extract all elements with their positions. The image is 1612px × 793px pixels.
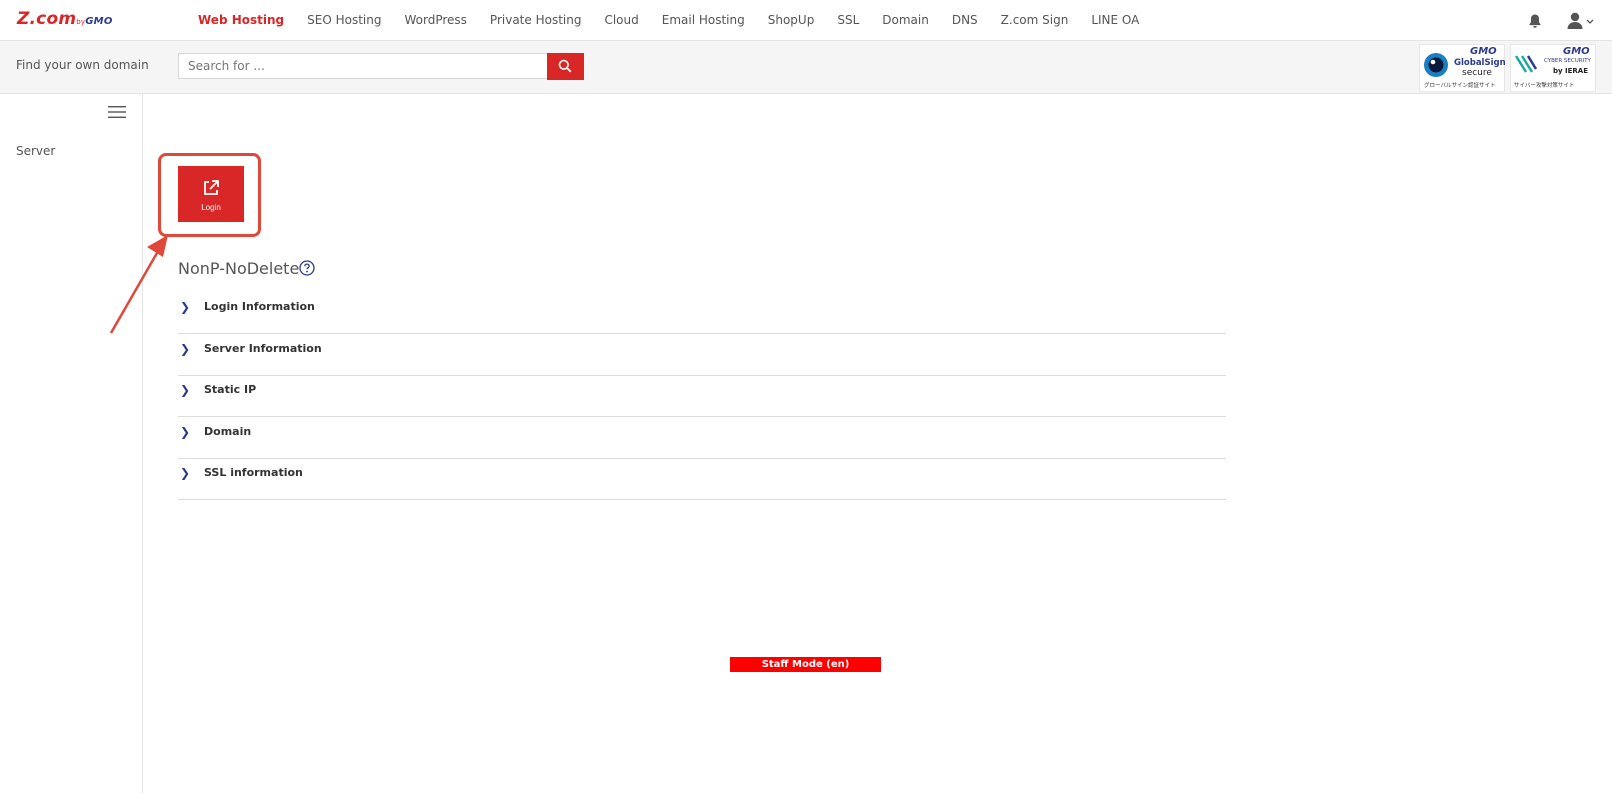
nav-email-hosting[interactable]: Email Hosting [662,13,745,27]
nav-wordpress[interactable]: WordPress [404,13,466,27]
badge-cyber-caption: サイバー攻撃対策サイト [1514,83,1575,89]
external-link-icon [204,180,219,195]
badge-cyber-security-label: CYBER SECURITY [1544,58,1591,64]
find-domain-label: Find your own domain [16,58,149,72]
section-ssl-information[interactable]: ❯ SSL information [178,458,1226,500]
sidebar: Server [0,94,143,793]
section-label: Static IP [204,383,257,396]
section-server-information[interactable]: ❯ Server Information [178,334,1226,376]
nav-dns[interactable]: DNS [952,13,978,27]
bell-icon[interactable] [1527,13,1543,29]
logo-text: Z.com [17,9,77,29]
user-icon[interactable] [1566,12,1596,30]
badge-gmo-label-2: GMO [1563,46,1590,57]
nav-line-oa[interactable]: LINE OA [1091,13,1139,27]
main-menu: Web Hosting SEO Hosting WordPress Privat… [198,13,1162,27]
nav-ssl[interactable]: SSL [837,13,859,27]
annotation-arrow [109,235,168,334]
logo-by: by [76,18,86,26]
question-circle-icon[interactable] [299,260,315,276]
globalsign-secure-badge[interactable]: GMO GlobalSign secure グローバルサイン認証サイト [1419,44,1506,92]
nav-seo-hosting[interactable]: SEO Hosting [307,13,381,27]
chevron-right-icon: ❯ [180,466,191,480]
search-button[interactable] [547,53,584,80]
globalsign-logo-icon [1424,53,1448,77]
nav-cloud[interactable]: Cloud [604,13,638,27]
section-static-ip[interactable]: ❯ Static IP [178,375,1226,417]
sidebar-item-server[interactable]: Server [16,144,55,158]
section-login-information[interactable]: ❯ Login Information [178,292,1226,334]
badge-ierae-label: by IERAE [1553,67,1588,75]
nav-domain[interactable]: Domain [882,13,929,27]
badge-gmo-label: GMO [1470,46,1497,57]
staff-mode-banner: Staff Mode (en) [730,657,881,672]
nav-zcom-sign[interactable]: Z.com Sign [1001,13,1069,27]
chevron-right-icon: ❯ [180,425,191,439]
gmo-cyber-security-badge[interactable]: GMO CYBER SECURITY by IERAE サイバー攻撃対策サイト [1510,44,1596,92]
nav-web-hosting[interactable]: Web Hosting [198,13,284,27]
badge-globalsign-label: GlobalSign [1454,58,1506,68]
logo-gmo: GMO [85,16,113,27]
badge-secure-label: secure [1462,68,1492,78]
cyber-security-logo-icon [1514,55,1538,73]
section-domain[interactable]: ❯ Domain [178,417,1226,459]
chevron-right-icon: ❯ [180,300,191,314]
hamburger-icon[interactable] [108,106,126,118]
search-icon [558,59,572,73]
section-label: SSL information [204,466,303,479]
server-name-title: NonP-NoDelete [178,259,300,278]
section-label: Login Information [204,300,315,313]
section-label: Server Information [204,342,322,355]
top-navigation: Z.combyGMO Web Hosting SEO Hosting WordP… [0,0,1612,41]
section-label: Domain [204,425,252,438]
domain-search-bar: Find your own domain GMO GlobalSign secu… [0,41,1612,94]
chevron-right-icon: ❯ [180,383,191,397]
logo[interactable]: Z.combyGMO [17,9,113,29]
chevron-right-icon: ❯ [180,342,191,356]
badge-globalsign-caption: グローバルサイン認証サイト [1424,83,1496,89]
login-button[interactable]: Login [178,166,244,222]
domain-search-input[interactable] [178,53,548,79]
nav-shopup[interactable]: ShopUp [768,13,815,27]
nav-private-hosting[interactable]: Private Hosting [490,13,582,27]
login-button-label: Login [201,203,221,212]
